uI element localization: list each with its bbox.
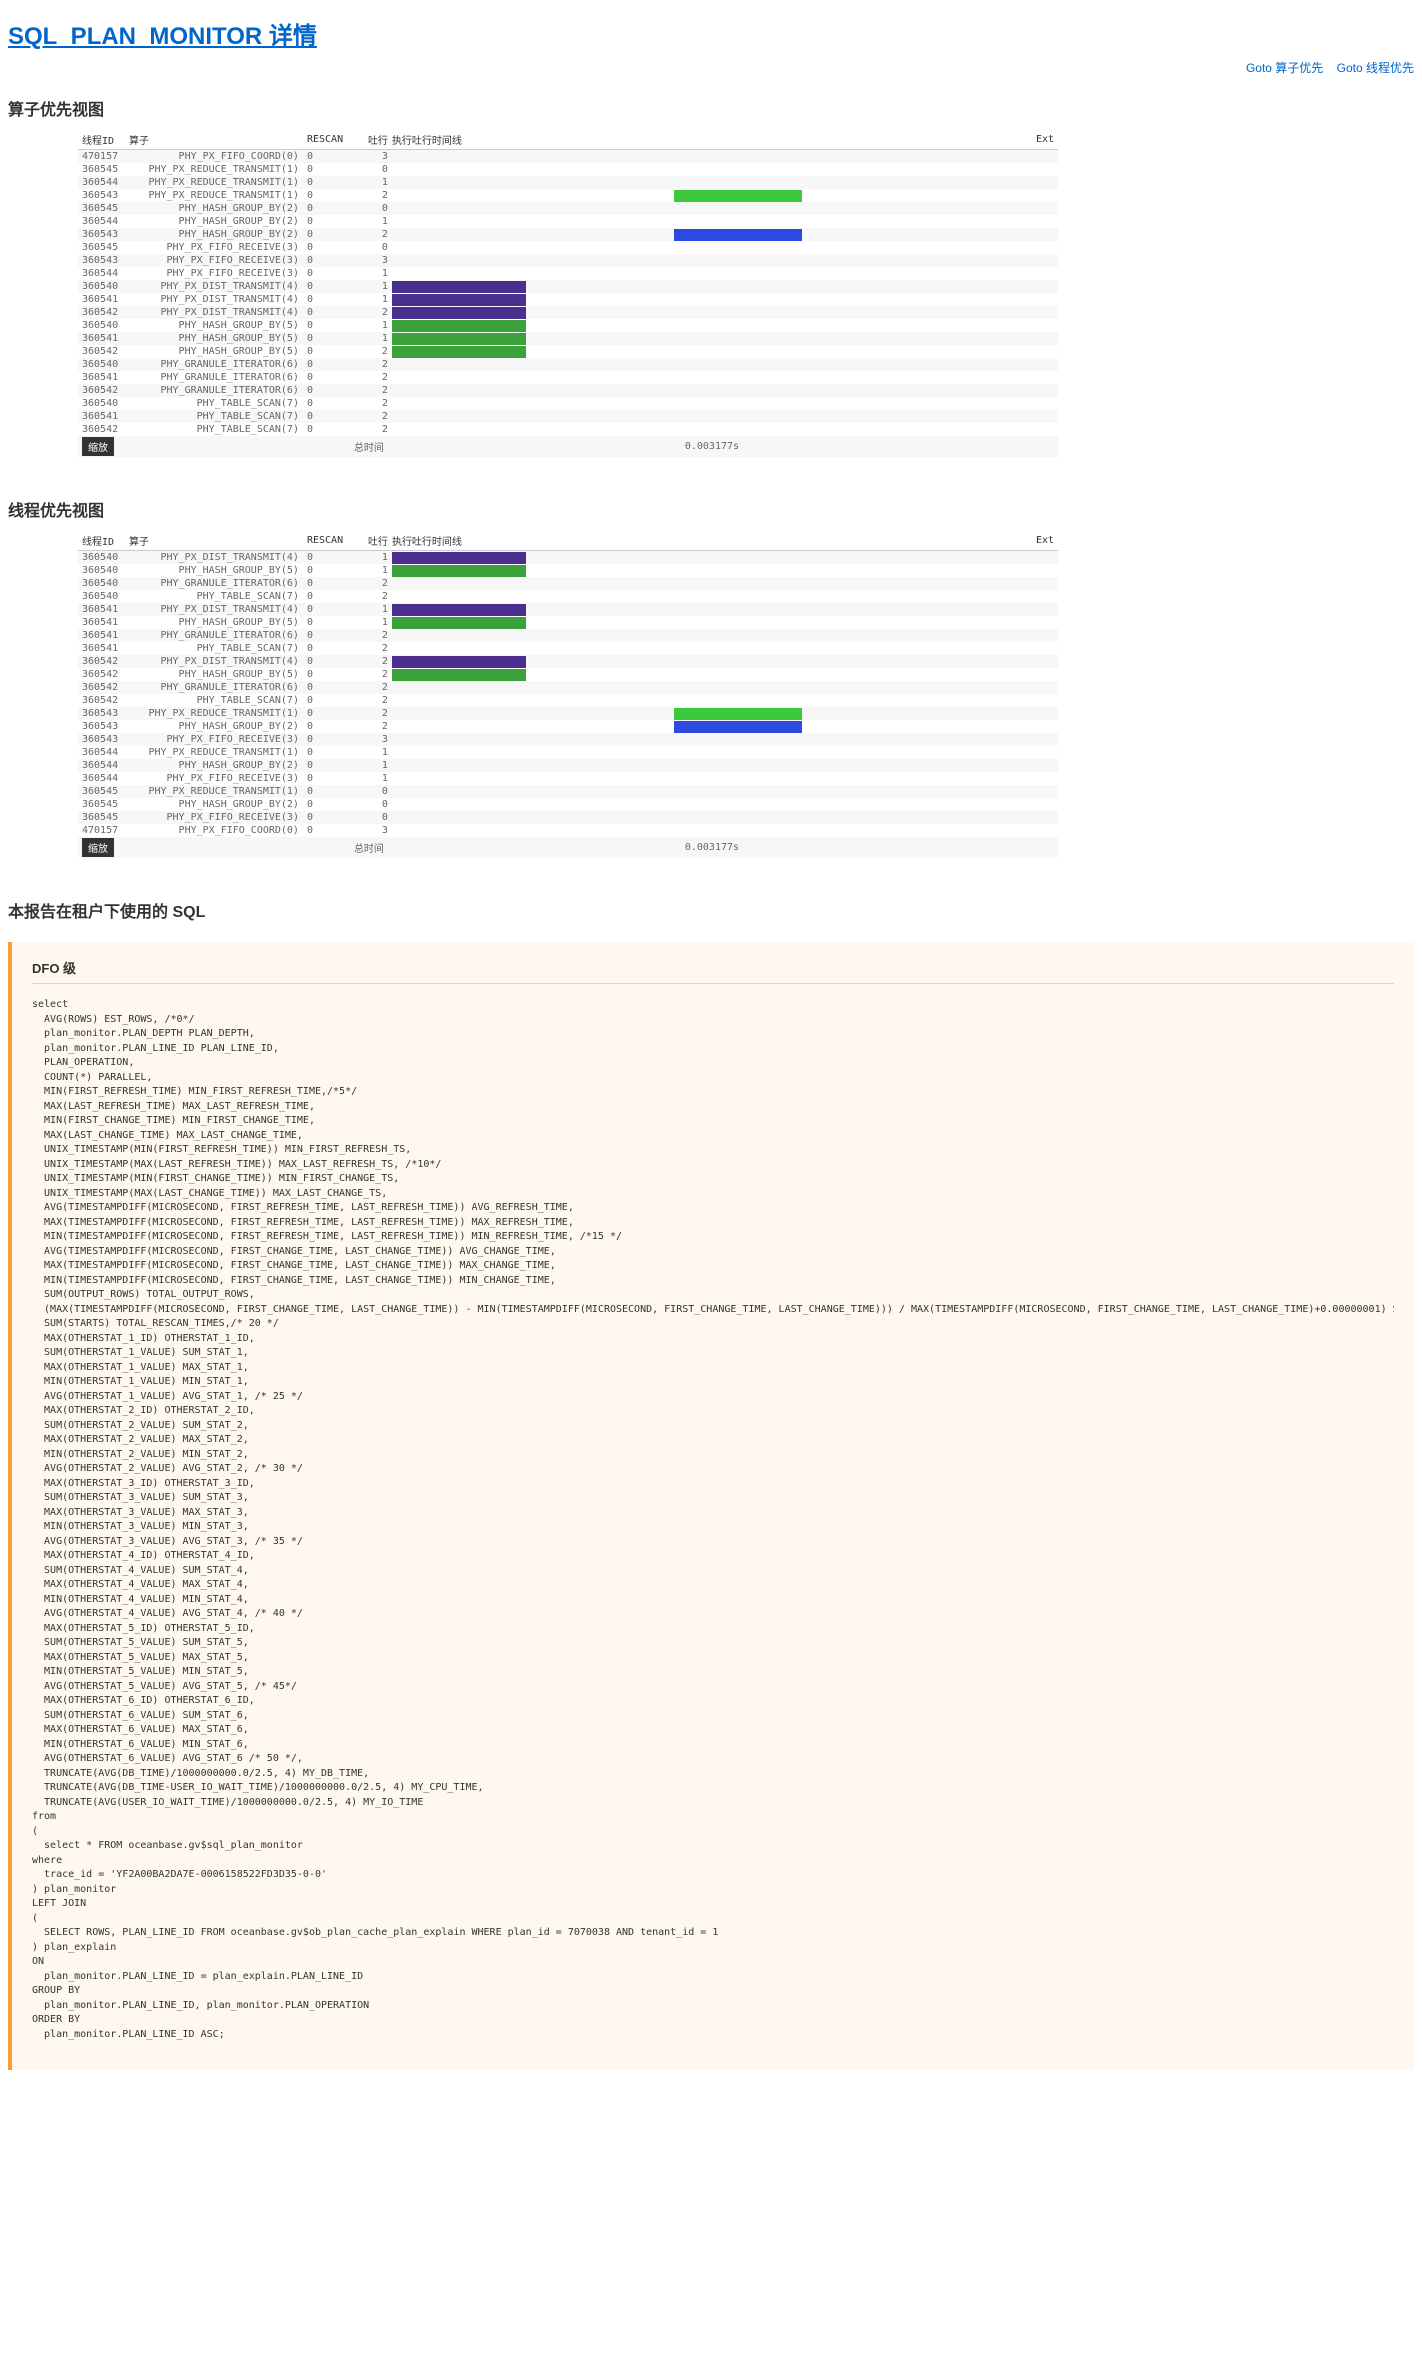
- chart-thread: 线程ID算子RESCAN吐行执行吐行时间线Ext360540PHY_PX_DIS…: [78, 531, 1414, 858]
- page-title: SQL_PLAN_MONITOR 详情: [8, 16, 1414, 51]
- table-row: 360541PHY_GRANULE_ITERATOR(6)02: [78, 629, 1058, 642]
- goto-thread-link[interactable]: Goto 线程优先: [1337, 61, 1414, 75]
- table-row: 360541PHY_HASH_GROUP_BY(5)01: [78, 332, 1058, 345]
- table-row: 360544PHY_PX_FIFO_RECEIVE(3)01: [78, 772, 1058, 785]
- table-row: 360543PHY_HASH_GROUP_BY(2)02: [78, 228, 1058, 241]
- table-row: 360540PHY_HASH_GROUP_BY(5)01: [78, 564, 1058, 577]
- table-row: 360543PHY_PX_FIFO_RECEIVE(3)03: [78, 733, 1058, 746]
- section-thread-first: 线程优先视图: [8, 497, 1414, 521]
- goto-op-link[interactable]: Goto 算子优先: [1246, 61, 1323, 75]
- scale-button[interactable]: 缩放: [82, 838, 114, 857]
- nav-links: Goto 算子优先 Goto 线程优先: [8, 59, 1414, 76]
- table-row: 360541PHY_PX_DIST_TRANSMIT(4)01: [78, 603, 1058, 616]
- section-op-first: 算子优先视图: [8, 96, 1414, 120]
- table-row: 360542PHY_HASH_GROUP_BY(5)02: [78, 345, 1058, 358]
- table-row: 360542PHY_TABLE_SCAN(7)02: [78, 694, 1058, 707]
- table-row: 360542PHY_TABLE_SCAN(7)02: [78, 423, 1058, 436]
- sql-box: DFO 级 select AVG(ROWS) EST_ROWS, /*0*/ p…: [8, 942, 1414, 2070]
- table-row: 470157PHY_PX_FIFO_COORD(0)03: [78, 150, 1058, 164]
- table-row: 360544PHY_PX_REDUCE_TRANSMIT(1)01: [78, 746, 1058, 759]
- table-row: 360545PHY_PX_REDUCE_TRANSMIT(1)00: [78, 785, 1058, 798]
- chart-op: 线程ID算子RESCAN吐行执行吐行时间线Ext470157PHY_PX_FIF…: [78, 130, 1414, 457]
- table-row: 360541PHY_GRANULE_ITERATOR(6)02: [78, 371, 1058, 384]
- table-row: 360542PHY_GRANULE_ITERATOR(6)02: [78, 384, 1058, 397]
- table-row: 360544PHY_PX_FIFO_RECEIVE(3)01: [78, 267, 1058, 280]
- table-row: 360540PHY_TABLE_SCAN(7)02: [78, 590, 1058, 603]
- table-row: 360542PHY_PX_DIST_TRANSMIT(4)02: [78, 655, 1058, 668]
- table-row: 360540PHY_GRANULE_ITERATOR(6)02: [78, 577, 1058, 590]
- title-link[interactable]: SQL_PLAN_MONITOR 详情: [8, 23, 317, 50]
- table-row: 360544PHY_HASH_GROUP_BY(2)01: [78, 759, 1058, 772]
- sql-subtitle: DFO 级: [32, 958, 1394, 984]
- table-row: 360540PHY_PX_DIST_TRANSMIT(4)01: [78, 280, 1058, 293]
- table-row: 470157PHY_PX_FIFO_COORD(0)03: [78, 824, 1058, 837]
- section-sql: 本报告在租户下使用的 SQL: [8, 898, 1414, 922]
- table-row: 360541PHY_PX_DIST_TRANSMIT(4)01: [78, 293, 1058, 306]
- table-row: 360541PHY_TABLE_SCAN(7)02: [78, 642, 1058, 655]
- table-row: 360545PHY_PX_REDUCE_TRANSMIT(1)00: [78, 163, 1058, 176]
- table-row: 360545PHY_HASH_GROUP_BY(2)00: [78, 798, 1058, 811]
- table-row: 360543PHY_PX_REDUCE_TRANSMIT(1)02: [78, 707, 1058, 720]
- table-row: 360540PHY_HASH_GROUP_BY(5)01: [78, 319, 1058, 332]
- table-row: 360540PHY_PX_DIST_TRANSMIT(4)01: [78, 551, 1058, 565]
- table-row: 360543PHY_PX_REDUCE_TRANSMIT(1)02: [78, 189, 1058, 202]
- table-row: 360545PHY_PX_FIFO_RECEIVE(3)00: [78, 811, 1058, 824]
- table-row: 360542PHY_GRANULE_ITERATOR(6)02: [78, 681, 1058, 694]
- table-row: 360540PHY_GRANULE_ITERATOR(6)02: [78, 358, 1058, 371]
- table-row: 360545PHY_HASH_GROUP_BY(2)00: [78, 202, 1058, 215]
- table-row: 360541PHY_HASH_GROUP_BY(5)01: [78, 616, 1058, 629]
- table-row: 360543PHY_HASH_GROUP_BY(2)02: [78, 720, 1058, 733]
- table-row: 360542PHY_PX_DIST_TRANSMIT(4)02: [78, 306, 1058, 319]
- table-row: 360544PHY_PX_REDUCE_TRANSMIT(1)01: [78, 176, 1058, 189]
- table-row: 360543PHY_PX_FIFO_RECEIVE(3)03: [78, 254, 1058, 267]
- table-row: 360540PHY_TABLE_SCAN(7)02: [78, 397, 1058, 410]
- sql-body[interactable]: select AVG(ROWS) EST_ROWS, /*0*/ plan_mo…: [32, 998, 1394, 2054]
- table-row: 360542PHY_HASH_GROUP_BY(5)02: [78, 668, 1058, 681]
- table-row: 360545PHY_PX_FIFO_RECEIVE(3)00: [78, 241, 1058, 254]
- scale-button[interactable]: 缩放: [82, 437, 114, 456]
- table-row: 360541PHY_TABLE_SCAN(7)02: [78, 410, 1058, 423]
- table-row: 360544PHY_HASH_GROUP_BY(2)01: [78, 215, 1058, 228]
